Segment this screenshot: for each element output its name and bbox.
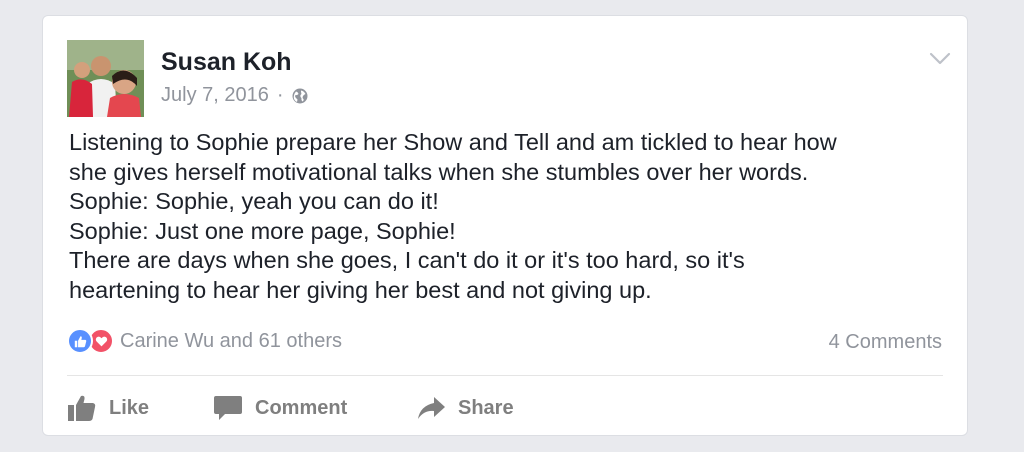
divider xyxy=(67,375,943,376)
chevron-down-icon[interactable] xyxy=(929,52,951,66)
comment-icon xyxy=(214,396,242,420)
comments-count[interactable]: 4 Comments xyxy=(829,331,942,354)
meta-separator: · xyxy=(276,84,284,106)
post-line: Sophie: Sophie, yeah you can do it! xyxy=(69,188,439,214)
like-label: Like xyxy=(109,396,150,419)
post-author[interactable]: Susan Koh xyxy=(161,48,292,77)
thumbs-up-icon xyxy=(68,395,96,421)
comment-button[interactable]: Comment xyxy=(213,390,347,426)
like-button[interactable]: Like xyxy=(67,390,149,426)
comment-label: Comment xyxy=(255,396,348,419)
share-arrow-icon xyxy=(418,397,445,419)
post-line: There are days when she goes, I can't do… xyxy=(69,247,745,273)
share-label: Share xyxy=(458,396,514,419)
post-date[interactable]: July 7, 2016 xyxy=(161,84,269,107)
reactions-summary[interactable]: Carine Wu and 61 others xyxy=(67,328,342,354)
avatar[interactable] xyxy=(67,40,144,117)
post-line: heartening to hear her giving her best a… xyxy=(69,276,652,303)
globe-icon[interactable] xyxy=(292,88,308,104)
post-body: Listening to Sophie prepare her Show and… xyxy=(69,128,949,305)
post-line: she gives herself motivational talks whe… xyxy=(69,158,809,185)
share-button[interactable]: Share xyxy=(416,390,514,426)
reactions-text[interactable]: Carine Wu and 61 others xyxy=(120,330,342,353)
post-line: Listening to Sophie prepare her Show and… xyxy=(69,129,837,155)
post-card: Susan Koh July 7, 2016 · Listening to So… xyxy=(42,15,968,436)
like-reaction-icon xyxy=(67,328,93,354)
avatar-photo xyxy=(67,40,144,117)
post-meta: July 7, 2016 · xyxy=(161,84,308,107)
post-line: Sophie: Just one more page, Sophie! xyxy=(69,217,456,244)
